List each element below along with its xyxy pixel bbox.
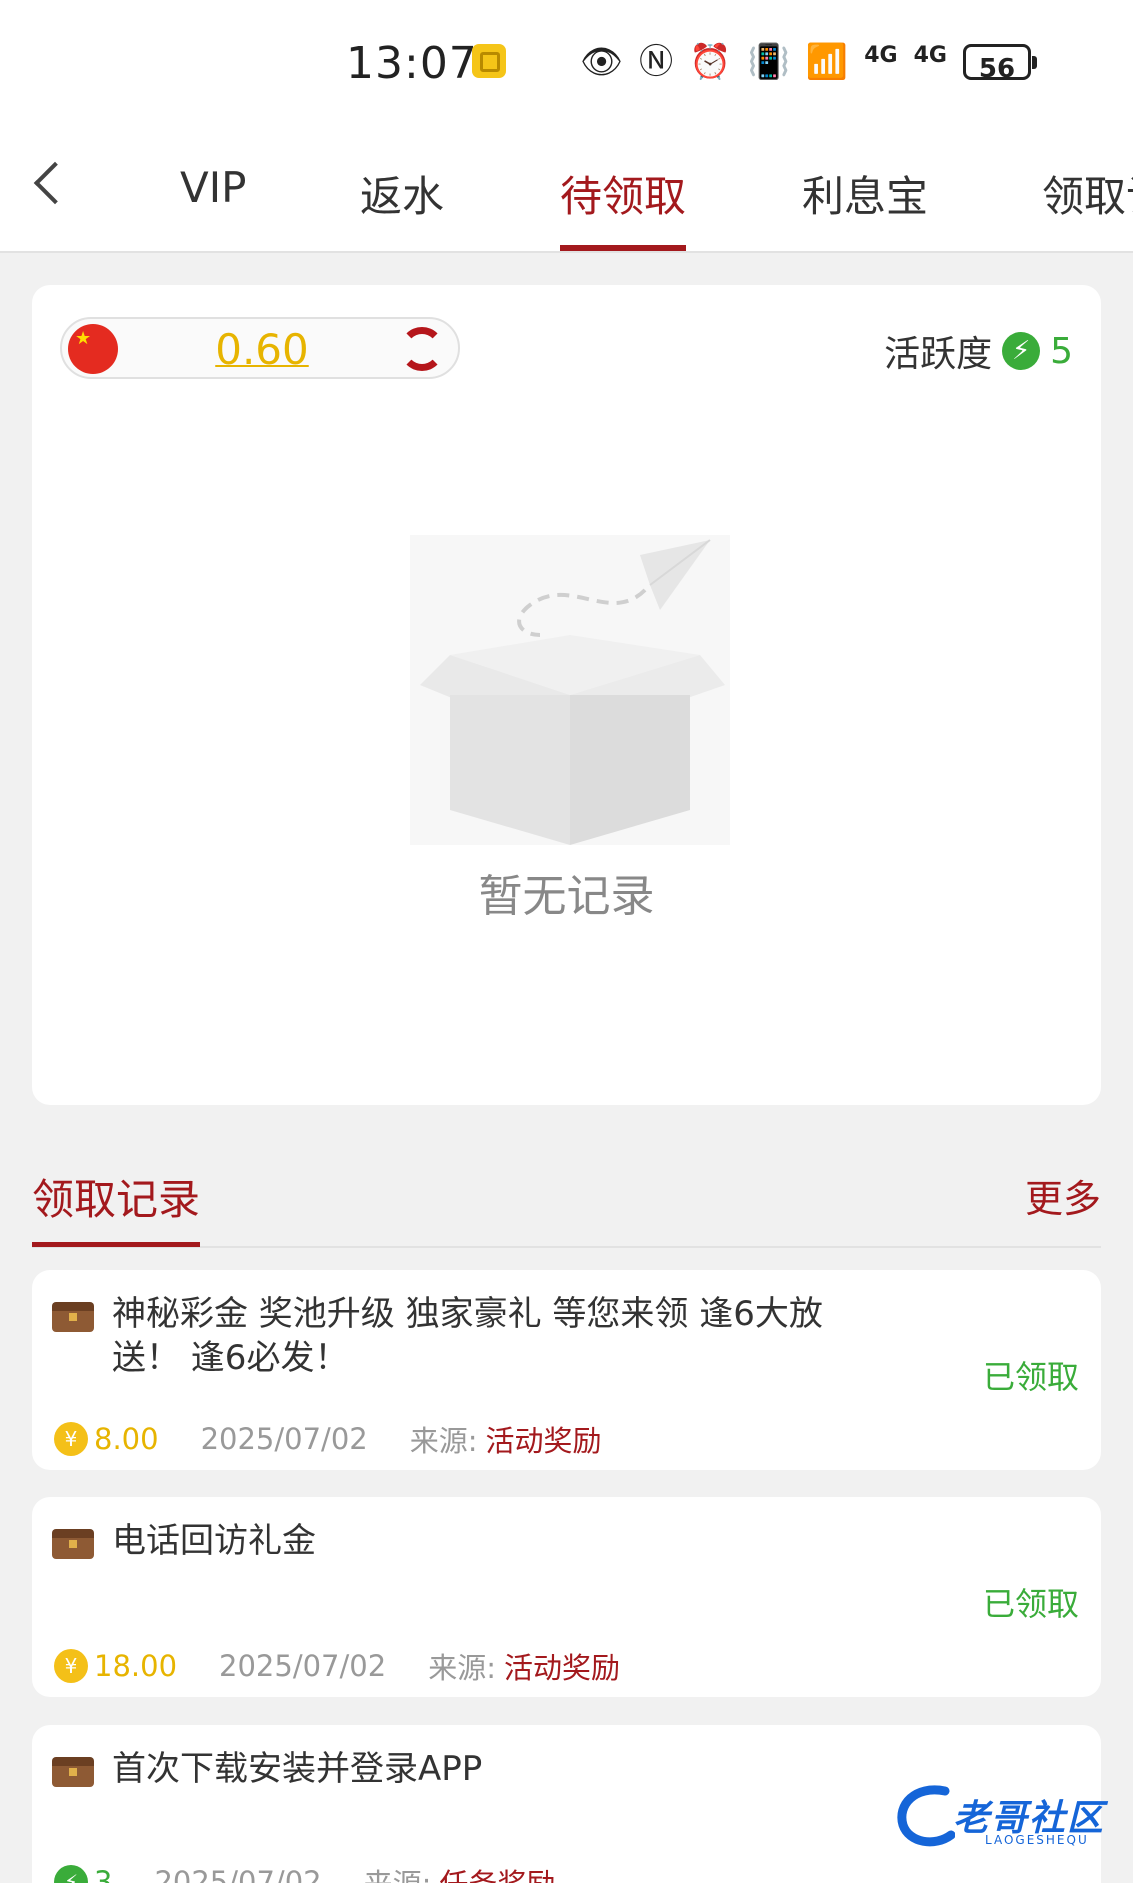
dragon-logo-icon — [897, 1785, 956, 1847]
activity-label: 活跃度 — [884, 334, 993, 375]
treasure-chest-icon — [52, 1302, 94, 1332]
record-card[interactable]: 神秘彩金 奖池升级 独家豪礼 等您来领 逢6大放送！ 逢6必发！ 已领取 ¥ 8… — [32, 1270, 1101, 1470]
record-meta: ¥ 8.00 2025/07/02 来源: 活动奖励 — [54, 1418, 602, 1460]
empty-state-text: 暂无记录 — [478, 871, 655, 922]
status-time: 13:07 — [346, 38, 478, 89]
status-bar: 13:07 👁 Ⓝ ⏰ 📳 📶 4G 4G 56 — [0, 0, 1133, 125]
record-title: 电话回访礼金 — [112, 1521, 316, 1561]
activity-indicator: 活跃度 ⚡ 5 — [884, 325, 1073, 377]
coin-icon: ¥ — [54, 1649, 88, 1683]
nfc-icon: Ⓝ — [639, 42, 674, 82]
records-title-underline — [32, 1242, 200, 1247]
tab-claim-records[interactable]: 领取记 — [1042, 163, 1133, 224]
record-source: 任务奖励 — [439, 1861, 555, 1883]
record-date: 2025/07/02 — [154, 1865, 322, 1883]
record-source-label: 来源: — [428, 1651, 496, 1685]
record-status: 已领取 — [982, 1358, 1079, 1396]
record-amount: 18.00 — [94, 1649, 178, 1683]
pending-card: ★ 0.60 活跃度 ⚡ 5 暂无记录 — [32, 285, 1101, 1105]
records-title[interactable]: 领取记录 — [32, 1166, 200, 1227]
refresh-icon[interactable] — [400, 327, 444, 371]
back-chevron-icon[interactable] — [33, 161, 77, 205]
record-title: 神秘彩金 奖池升级 独家豪礼 等您来领 逢6大放送！ 逢6必发！ — [112, 1294, 823, 1378]
activity-coin-icon: ⚡ — [54, 1865, 88, 1883]
signal-icon-2: 4G — [913, 43, 947, 68]
record-date: 2025/07/02 — [219, 1649, 387, 1683]
empty-box-icon — [420, 539, 725, 845]
record-title: 首次下载安装并登录APP — [112, 1749, 483, 1789]
eye-icon: 👁 — [580, 42, 624, 82]
record-date: 2025/07/02 — [200, 1422, 368, 1456]
signal-icon-1: 4G — [864, 43, 898, 68]
balance-pill: ★ 0.60 — [60, 317, 460, 379]
tab-bar: VIP 返水 待领取 利息宝 领取记 — [0, 125, 1133, 253]
tab-rebate[interactable]: 返水 — [360, 163, 444, 224]
empty-box-illustration — [410, 535, 730, 845]
alarm-icon: ⏰ — [689, 42, 732, 82]
record-source: 活动奖励 — [503, 1651, 620, 1685]
treasure-chest-icon — [52, 1757, 94, 1787]
record-amount: 3 — [94, 1865, 113, 1883]
tab-vip[interactable]: VIP — [180, 163, 246, 212]
bolt-icon: ⚡ — [1002, 332, 1041, 370]
tab-pending[interactable]: 待领取 — [560, 163, 686, 224]
record-source-label: 来源: — [364, 1861, 432, 1883]
record-amount: 8.00 — [94, 1422, 159, 1456]
watermark-logo: 老哥社区 LAOGESHEQU — [895, 1783, 1120, 1853]
wifi-icon: 📶 — [805, 42, 849, 82]
battery-icon: 56 — [962, 44, 1037, 84]
more-link[interactable]: 更多 — [1025, 1168, 1101, 1223]
record-source: 活动奖励 — [485, 1424, 602, 1458]
china-flag-icon: ★ — [68, 324, 118, 374]
balance-value[interactable]: 0.60 — [192, 325, 332, 374]
tab-interest[interactable]: 利息宝 — [802, 163, 928, 224]
vibrate-icon: 📳 — [747, 42, 790, 82]
record-status: 已领取 — [982, 1585, 1079, 1623]
coin-icon: ¥ — [54, 1422, 88, 1456]
record-meta: ⚡ 3 2025/07/02 来源: 任务奖励 — [54, 1861, 555, 1883]
records-header: 领取记录 更多 — [32, 1160, 1101, 1248]
status-icons: 👁 Ⓝ ⏰ 📳 📶 4G 4G 56 — [580, 40, 1037, 84]
notification-app-icon — [472, 44, 506, 78]
record-card[interactable]: 电话回访礼金 已领取 ¥ 18.00 2025/07/02 来源: 活动奖励 — [32, 1497, 1101, 1697]
watermark-subtext: LAOGESHEQU — [985, 1833, 1089, 1847]
record-source-label: 来源: — [409, 1424, 478, 1458]
activity-value: 5 — [1050, 330, 1073, 372]
active-tab-indicator — [560, 245, 686, 251]
record-meta: ¥ 18.00 2025/07/02 来源: 活动奖励 — [54, 1645, 620, 1687]
treasure-chest-icon — [52, 1529, 94, 1559]
